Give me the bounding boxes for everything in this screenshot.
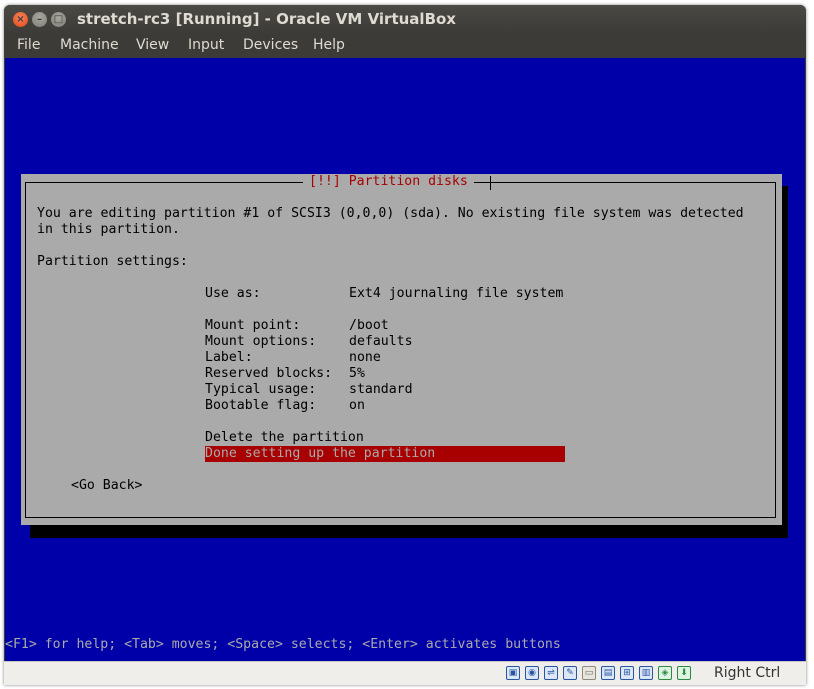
- title-right-tick: [490, 176, 491, 190]
- bootable-flag-label[interactable]: Bootable flag:: [205, 398, 316, 414]
- edit-icon[interactable]: ✎: [563, 666, 577, 680]
- reserved-blocks-label[interactable]: Reserved blocks:: [205, 366, 332, 382]
- network-icon[interactable]: ⊞: [620, 666, 634, 680]
- cpu-icon[interactable]: ◈: [658, 666, 672, 680]
- hard-disk-icon[interactable]: ▣: [506, 666, 520, 680]
- minimize-icon[interactable]: –: [32, 12, 47, 27]
- use-as-label[interactable]: Use as:: [205, 286, 261, 302]
- title-bar: × – □ stretch-rc3 [Running] - Oracle VM …: [4, 5, 806, 34]
- label-label[interactable]: Label:: [205, 350, 253, 366]
- optical-disk-icon[interactable]: ◉: [525, 666, 539, 680]
- close-icon[interactable]: ×: [13, 12, 28, 27]
- host-key-label[interactable]: Right Ctrl: [714, 665, 780, 681]
- typical-usage-label[interactable]: Typical usage:: [205, 382, 316, 398]
- done-setting-up-option[interactable]: Done setting up the partition: [205, 446, 565, 462]
- settings-heading: Partition settings:: [37, 254, 188, 269]
- help-line: <F1> for help; <Tab> moves; <Space> sele…: [5, 637, 561, 652]
- partition-dialog: [!!] Partition disks You are editing par…: [21, 174, 782, 525]
- reserved-blocks-value[interactable]: 5%: [349, 366, 365, 382]
- menu-input[interactable]: Input: [188, 37, 224, 53]
- video-capture-icon[interactable]: ▥: [639, 666, 653, 680]
- use-as-value[interactable]: Ext4 journaling file system: [349, 286, 563, 302]
- menu-machine[interactable]: Machine: [60, 37, 119, 53]
- go-back-button[interactable]: <Go Back>: [71, 478, 142, 494]
- mount-point-value[interactable]: /boot: [349, 318, 389, 334]
- window-title: stretch-rc3 [Running] - Oracle VM Virtua…: [77, 10, 456, 28]
- bootable-flag-value[interactable]: on: [349, 398, 365, 414]
- intro-line-2: in this partition.: [37, 222, 180, 237]
- menu-devices[interactable]: Devices: [243, 37, 298, 53]
- mount-point-label[interactable]: Mount point:: [205, 318, 300, 334]
- shared-folder-icon[interactable]: ▭: [582, 666, 596, 680]
- menu-view[interactable]: View: [136, 37, 169, 53]
- intro-line-1: You are editing partition #1 of SCSI3 (0…: [37, 206, 744, 221]
- mount-options-label[interactable]: Mount options:: [205, 334, 316, 350]
- label-value[interactable]: none: [349, 350, 381, 366]
- mouse-integration-icon[interactable]: ⬇: [677, 666, 691, 680]
- typical-usage-value[interactable]: standard: [349, 382, 413, 398]
- status-bar: ▣ ◉ ⇌ ✎ ▭ ▤ ⊞ ▥ ◈ ⬇ Right Ctrl: [4, 661, 806, 685]
- usb-icon[interactable]: ⇌: [544, 666, 558, 680]
- menu-file[interactable]: File: [17, 37, 40, 53]
- menu-help[interactable]: Help: [313, 37, 345, 53]
- vm-screen[interactable]: [!!] Partition disks You are editing par…: [5, 58, 805, 661]
- virtualbox-window: × – □ stretch-rc3 [Running] - Oracle VM …: [4, 5, 806, 685]
- menu-bar: File Machine View Input Devices Help: [4, 34, 806, 58]
- mount-options-value[interactable]: defaults: [349, 334, 413, 350]
- delete-partition-option[interactable]: Delete the partition: [205, 430, 364, 446]
- maximize-icon[interactable]: □: [51, 12, 66, 27]
- display-icon[interactable]: ▤: [601, 666, 615, 680]
- dialog-title: [!!] Partition disks: [303, 174, 474, 190]
